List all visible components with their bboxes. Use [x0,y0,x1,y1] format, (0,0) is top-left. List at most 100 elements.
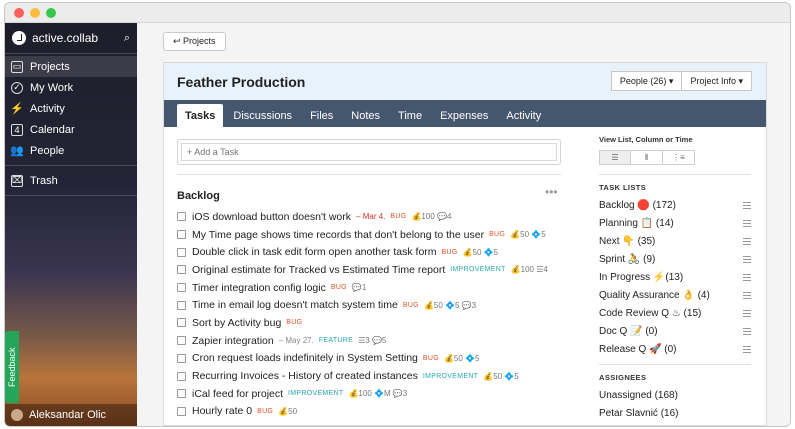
task-meta: 💰100 💬4 [411,212,452,222]
task-label: BUG [390,213,407,221]
sidebar-item-calendar[interactable]: 4 Calendar [5,119,137,140]
task-list-label: Sprint 🚴 (9) [599,253,656,265]
sidebar-item-projects[interactable]: ▭ Projects [5,56,137,77]
tab-time[interactable]: Time [390,104,430,127]
task-list-item[interactable]: Doc Q 📝 (0) [599,322,751,340]
task-row[interactable]: Timer integration config logic BUG 💬1 [177,279,567,297]
sidebar-item-trash[interactable]: ⌧ Trash [5,170,137,191]
minimize-window-button[interactable] [30,8,40,18]
task-list-item[interactable]: Sprint 🚴 (9) [599,250,751,268]
task-row[interactable]: My Time page shows time records that don… [177,226,567,244]
task-row[interactable]: Time in email log doesn't match system t… [177,296,567,314]
drag-handle-icon[interactable] [743,273,751,281]
tab-files[interactable]: Files [302,104,341,127]
user-name: Aleksandar Olic [29,409,107,421]
add-task-input[interactable] [181,143,557,161]
task-title[interactable]: Cron request loads indefinitely in Syste… [192,352,418,364]
task-checkbox[interactable] [177,283,186,293]
assignee-item[interactable]: Unassigned (168) [599,386,751,404]
task-list-item[interactable]: Backlog 🛑 (172) [599,196,751,214]
task-list: iOS download button doesn't work – Mar 4.… [177,208,567,420]
sidebar-item-label: My Work [30,81,74,94]
task-row[interactable]: iOS download button doesn't work – Mar 4.… [177,208,567,226]
task-title[interactable]: My Time page shows time records that don… [192,229,484,241]
tab-notes[interactable]: Notes [343,104,388,127]
tab-expenses[interactable]: Expenses [432,104,496,127]
task-meta: 💰50 [278,406,298,416]
tab-discussions[interactable]: Discussions [225,104,300,127]
calendar-icon: 4 [11,123,23,136]
brand[interactable]: active.collab ⌕ [5,23,137,53]
task-meta: 💬1 [351,283,367,293]
task-title[interactable]: iOS download button doesn't work [192,211,351,223]
task-list-item[interactable]: In Progress ⚡(13) [599,268,751,286]
task-title[interactable]: Original estimate for Tracked vs Estimat… [192,264,445,276]
task-row[interactable]: Hourly rate 0 BUG 💰50 [177,403,567,421]
task-list-item[interactable]: Release Q 🚀 (0) [599,340,751,358]
assignee-item[interactable]: Petar Slavnić (16) [599,404,751,422]
sidebar-item-activity[interactable]: ⚡ Activity [5,98,137,119]
task-checkbox[interactable] [177,247,186,257]
project-info-button[interactable]: Project Info ▾ [682,71,752,91]
task-title[interactable]: Timer integration config logic [192,282,326,294]
drag-handle-icon[interactable] [743,291,751,299]
task-meta: ☰3 💬5 [358,336,387,346]
task-list-item[interactable]: Next 👇 (35) [599,232,751,250]
search-icon[interactable]: ⌕ [124,32,130,45]
task-checkbox[interactable] [177,353,186,363]
task-row[interactable]: Cron request loads indefinitely in Syste… [177,350,567,368]
drag-handle-icon[interactable] [743,219,751,227]
sidebar-item-label: Projects [30,60,70,73]
task-label: FEATURE [318,337,354,345]
task-checkbox[interactable] [177,406,186,416]
task-title[interactable]: Time in email log doesn't match system t… [192,299,398,311]
drag-handle-icon[interactable] [743,327,751,335]
close-window-button[interactable] [14,8,24,18]
task-row[interactable]: Zapier integration – May 27. FEATURE ☰3 💬5 [177,332,567,350]
more-options-icon[interactable]: ••• [545,185,558,199]
task-title[interactable]: Hourly rate 0 [192,405,252,417]
task-checkbox[interactable] [177,389,186,399]
task-list-item[interactable]: Code Review Q ♨ (15) [599,304,751,322]
drag-handle-icon[interactable] [743,309,751,317]
task-row[interactable]: Sort by Activity bug BUG [177,314,567,332]
task-title[interactable]: Recurring Invoices - History of created … [192,370,418,382]
task-row[interactable]: Recurring Invoices - History of created … [177,367,567,385]
back-to-projects-button[interactable]: ↩ Projects [163,32,226,51]
task-checkbox[interactable] [177,212,186,222]
task-list-label: Backlog 🛑 (172) [599,199,676,211]
list-view-button[interactable]: ☰ [599,150,631,165]
task-checkbox[interactable] [177,371,186,381]
task-row[interactable]: Original estimate for Tracked vs Estimat… [177,261,567,279]
people-dropdown-button[interactable]: People (26) ▾ [610,71,683,91]
sidebar-item-people[interactable]: 👥 People [5,140,137,161]
sidebar-item-label: People [30,144,65,157]
task-checkbox[interactable] [177,318,186,328]
drag-handle-icon[interactable] [743,255,751,263]
user-profile[interactable]: Aleksandar Olic [5,404,137,426]
task-checkbox[interactable] [177,265,186,275]
view-switch: ☰ ⦀ ⋮≡ [599,150,751,165]
task-row[interactable]: Double click in task edit form open anot… [177,243,567,261]
task-title[interactable]: Double click in task edit form open anot… [192,246,437,258]
task-list-item[interactable]: Planning 📋 (14) [599,214,751,232]
tab-activity[interactable]: Activity [498,104,549,127]
feedback-tab[interactable]: Feedback [5,331,19,403]
drag-handle-icon[interactable] [743,237,751,245]
task-title[interactable]: iCal feed for project [192,388,283,400]
task-title[interactable]: Sort by Activity bug [192,317,281,329]
timeline-view-button[interactable]: ⋮≡ [663,150,695,165]
tab-tasks[interactable]: Tasks [177,104,224,127]
task-list-item[interactable]: Quality Assurance 👌 (4) [599,286,751,304]
task-checkbox[interactable] [177,336,186,346]
task-row[interactable]: iCal feed for project IMPROVEMENT 💰100 💠M … [177,385,567,403]
sidebar-nav: ▭ Projects ✓ My Work ⚡ Activity 4 Calendar 👥… [5,56,137,196]
sidebar-item-my-work[interactable]: ✓ My Work [5,77,137,98]
task-title[interactable]: Zapier integration [192,335,274,347]
zoom-window-button[interactable] [46,8,56,18]
task-checkbox[interactable] [177,230,186,240]
task-checkbox[interactable] [177,300,186,310]
column-view-button[interactable]: ⦀ [631,150,663,165]
drag-handle-icon[interactable] [743,201,751,209]
drag-handle-icon[interactable] [743,345,751,353]
